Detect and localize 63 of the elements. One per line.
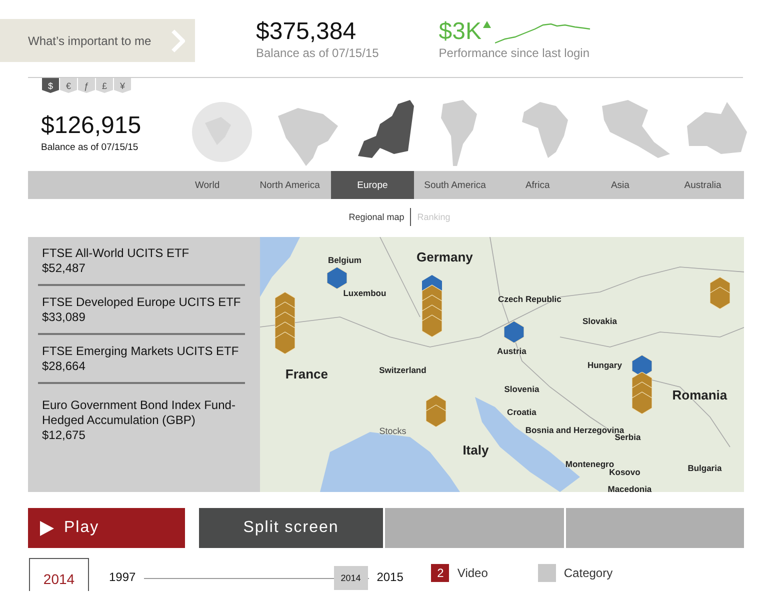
- timeline-handle[interactable]: 2014: [334, 566, 368, 590]
- region-tab[interactable]: Europe: [331, 171, 414, 199]
- fund-value: $12,675: [42, 428, 86, 442]
- play-button[interactable]: Play: [28, 508, 185, 548]
- map-label: Slovenia: [504, 384, 540, 394]
- currency-tab[interactable]: $: [42, 78, 59, 93]
- total-balance: $375,384: [256, 19, 358, 45]
- map-label: Belgium: [328, 255, 362, 265]
- cube-stack-icon[interactable]: [422, 275, 442, 337]
- fund-value: $52,487: [42, 261, 86, 275]
- map-label: Switzerland: [379, 365, 426, 375]
- currency-tab[interactable]: ¥: [114, 78, 131, 93]
- map-label: Stocks: [379, 426, 406, 436]
- map-label: Croatia: [507, 407, 536, 417]
- legend-badge: 2: [431, 564, 450, 582]
- map-label: Bulgaria: [688, 463, 722, 473]
- region-balance: $126,915: [41, 112, 142, 140]
- legend-label: Video: [457, 566, 488, 580]
- timeline-end: 2015: [376, 570, 404, 584]
- fund-name[interactable]: FTSE Developed Europe UCITS ETF: [42, 295, 245, 310]
- fund-name[interactable]: FTSE Emerging Markets UCITS ETF: [42, 344, 245, 359]
- map-label: Czech Republic: [498, 294, 562, 304]
- map-label: Bosnia and Herzegovina: [525, 425, 624, 435]
- map-label: Slovakia: [582, 316, 617, 326]
- cube-stack-icon[interactable]: [710, 277, 730, 309]
- legend-label: Category: [564, 566, 613, 580]
- split-screen-button[interactable]: Split screen: [199, 508, 383, 548]
- map-label: Italy: [462, 442, 489, 458]
- map-label: France: [285, 366, 328, 382]
- up-triangle-icon: [483, 21, 492, 28]
- cube-stack-icon[interactable]: [504, 321, 524, 343]
- cube-stack-icon[interactable]: [326, 267, 347, 289]
- map-label: Hungary: [587, 360, 622, 370]
- performance-caption: Performance since last login: [438, 46, 591, 60]
- current-year: 2014: [29, 558, 89, 591]
- map-label: Romania: [672, 388, 728, 402]
- view-toggle[interactable]: Regional map: [342, 212, 410, 222]
- fund-name[interactable]: Euro Government Bond Index Fund-Hedged Accumulation (GBP): [42, 398, 245, 428]
- cube-stack-icon[interactable]: [632, 355, 652, 377]
- map-label: Germany: [416, 250, 473, 264]
- cube-stack-icon[interactable]: [632, 372, 652, 414]
- chevron-right-icon: [171, 28, 185, 52]
- cube-stack-icon[interactable]: [426, 395, 446, 427]
- play-icon: [40, 520, 54, 536]
- fund-value: $28,664: [42, 359, 86, 373]
- map-label: Macedonia: [608, 484, 652, 492]
- balance-caption: Balance as of 07/15/15: [256, 46, 379, 60]
- map-label: Kosovo: [609, 467, 640, 477]
- map-label: Austria: [497, 346, 526, 356]
- currency-tab[interactable]: £: [96, 78, 113, 93]
- map-label: Montenegro: [565, 459, 614, 469]
- map-label: Serbia: [614, 432, 641, 442]
- map-label: Luxembou: [343, 288, 386, 298]
- currency-tab[interactable]: €: [60, 78, 77, 93]
- performance-value: $3K: [438, 19, 482, 45]
- region-balance-caption: Balance as of 07/15/15: [41, 142, 140, 152]
- whats-important-button[interactable]: What’s important to me: [0, 19, 195, 62]
- currency-tab[interactable]: ƒ: [78, 78, 95, 93]
- timeline-start: 1997: [109, 570, 136, 584]
- globe-icon[interactable]: [191, 101, 254, 163]
- fund-value: $33,089: [42, 310, 86, 324]
- cube-stack-icon[interactable]: [274, 292, 295, 354]
- fund-name[interactable]: FTSE All-World UCITS ETF: [42, 246, 245, 261]
